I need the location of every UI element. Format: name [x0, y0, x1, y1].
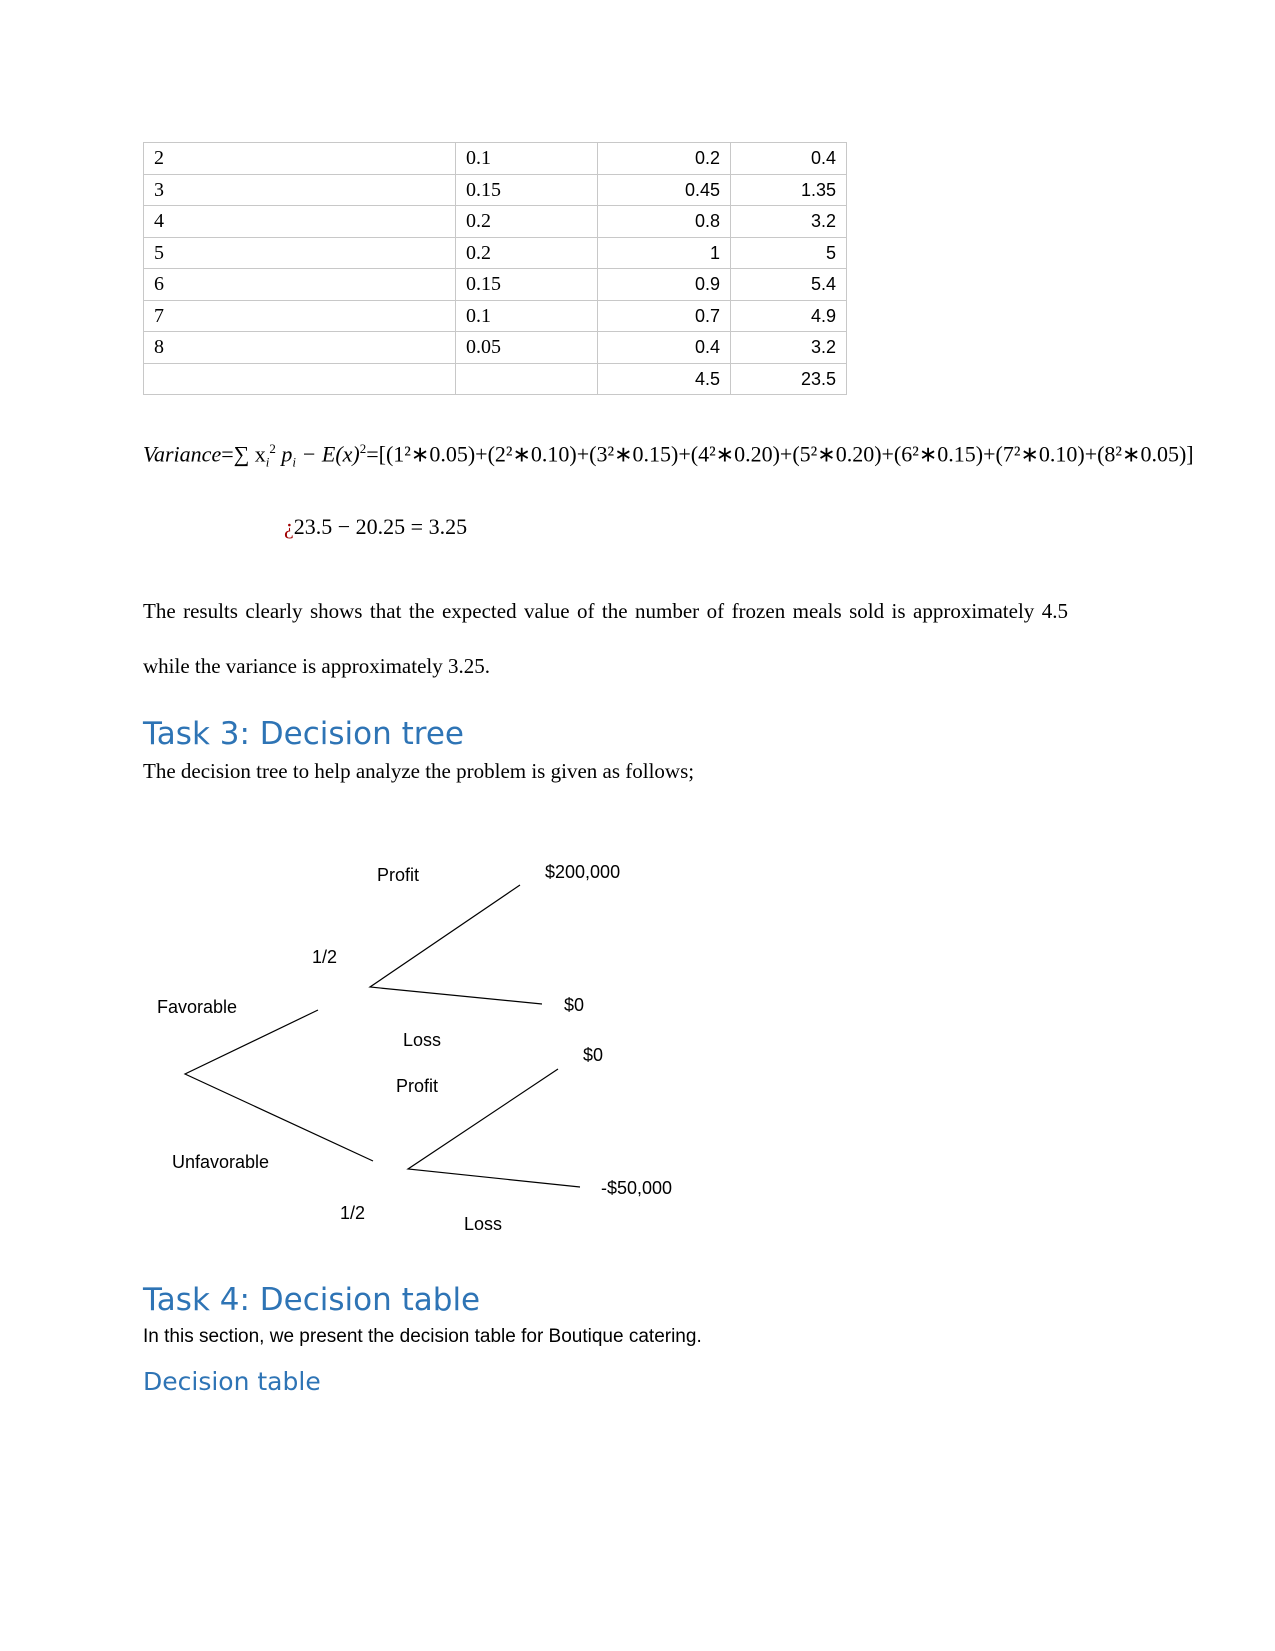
- probability-label-2: 1/2: [340, 1203, 366, 1223]
- payoff-200000: $200,000: [545, 862, 621, 882]
- loss-label-1: Loss: [403, 1030, 442, 1050]
- profit-label-2: Profit: [396, 1076, 439, 1096]
- profit-label-1: Profit: [377, 865, 420, 885]
- branch-favorable: [368, 884, 543, 1005]
- favorable-label: Favorable: [157, 997, 238, 1017]
- payoff-0-b: $0: [583, 1045, 604, 1065]
- probability-label-1: 1/2: [312, 947, 338, 967]
- task4-heading: Task 4: Decision table: [143, 1282, 481, 1318]
- payoff-minus-50000: -$50,000: [601, 1178, 673, 1198]
- unfavorable-label: Unfavorable: [172, 1152, 270, 1172]
- loss-label-2: Loss: [464, 1214, 503, 1234]
- decision-tree-lines: [183, 884, 581, 1188]
- payoff-0-a: $0: [564, 995, 585, 1015]
- decision-table-subheading: Decision table: [143, 1367, 321, 1396]
- branch-root: [183, 1009, 374, 1162]
- task4-intro: In this section, we present the decision…: [143, 1326, 702, 1347]
